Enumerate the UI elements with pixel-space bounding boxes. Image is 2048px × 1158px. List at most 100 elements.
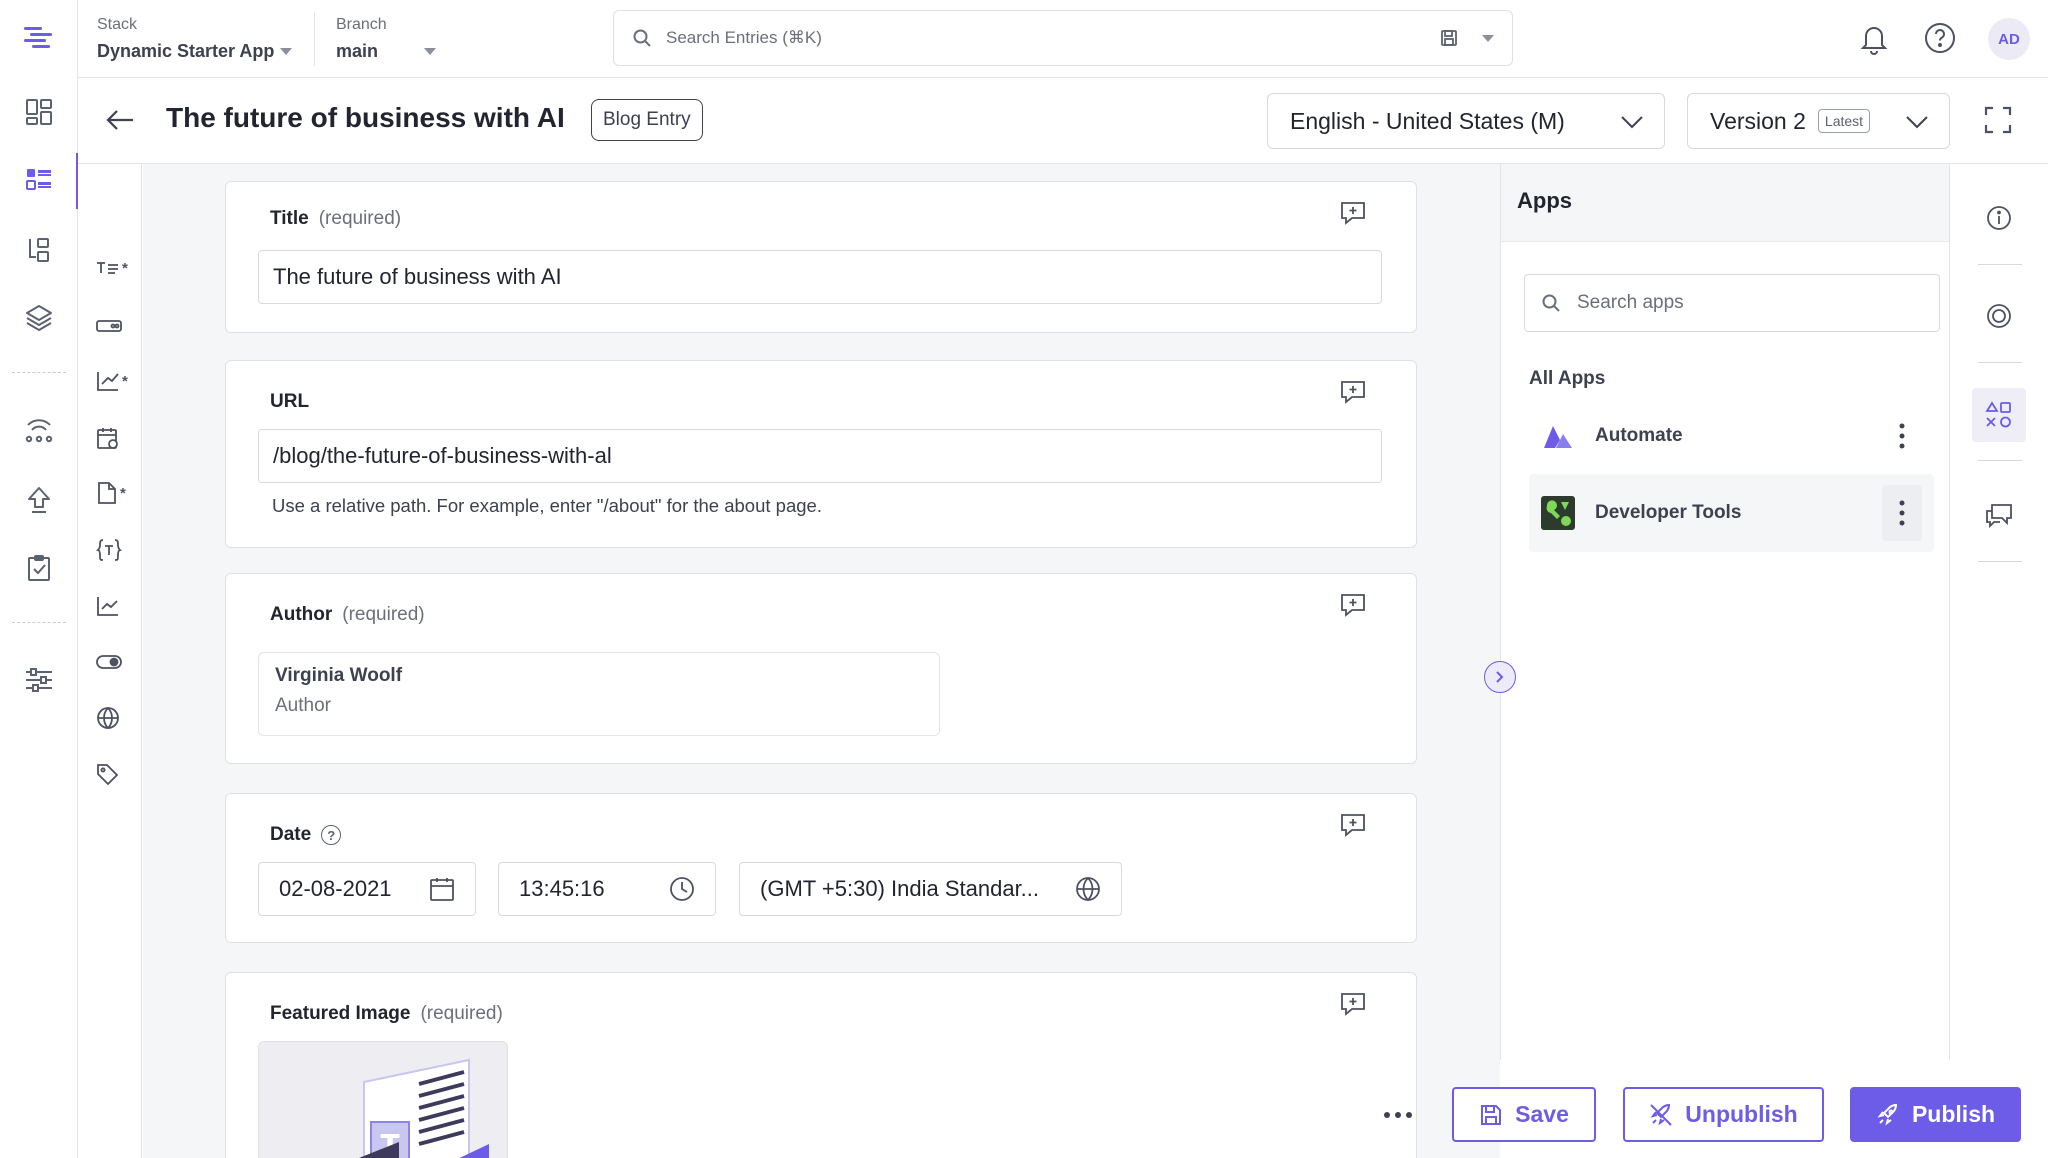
apps-panel: Apps Search apps All Apps Automate Devel… (1500, 164, 1950, 1060)
file-field-icon[interactable]: * (96, 479, 132, 507)
global-field-icon[interactable] (96, 704, 132, 732)
kebab-menu-icon[interactable] (1882, 408, 1922, 464)
top-header: Stack Dynamic Starter App Branch main Se… (78, 0, 2048, 78)
apps-widgets-icon[interactable] (1972, 388, 2026, 442)
contentstack-logo-icon[interactable] (19, 18, 59, 58)
notifications-bell-icon[interactable] (1854, 18, 1894, 58)
timezone-select[interactable]: (GMT +5:30) India Standar... (739, 862, 1122, 916)
featured-image-thumbnail[interactable]: T (258, 1041, 508, 1158)
app-row-developer-tools[interactable]: Developer Tools (1529, 474, 1934, 552)
help-icon[interactable] (1920, 18, 1960, 58)
referenced-content-type: Author (275, 695, 331, 716)
publish-label: Publish (1911, 1101, 1996, 1127)
deployments-icon[interactable] (19, 410, 59, 450)
discussions-icon[interactable] (1972, 487, 2026, 541)
version-value: Version 2 (1710, 107, 1806, 134)
apps-panel-title: Apps (1501, 164, 1949, 242)
number-field-icon[interactable] (96, 592, 132, 620)
version-dropdown[interactable]: Version 2 Latest (1687, 93, 1950, 149)
assets-layers-icon[interactable] (19, 298, 59, 338)
boolean-toggle-field-icon[interactable] (96, 648, 132, 676)
field-navigation-strip: * * * (78, 164, 142, 1158)
add-comment-icon[interactable] (1338, 810, 1368, 840)
collapse-panel-chevron-icon[interactable] (1484, 661, 1516, 693)
visual-builder-icon[interactable] (1972, 289, 2026, 343)
branch-name: main (336, 41, 379, 61)
date-field-label: Date ? (270, 824, 342, 846)
globe-icon (1076, 876, 1100, 902)
timezone-value: (GMT +5:30) India Standar... (760, 876, 1040, 901)
kebab-menu-icon[interactable] (1882, 485, 1922, 541)
tasks-clipboard-icon[interactable] (19, 548, 59, 588)
entry-title: The future of business with AI (166, 102, 565, 133)
json-rte-field-icon[interactable] (96, 536, 132, 564)
rail-divider (1978, 264, 2022, 265)
content-type-badge[interactable]: Blog Entry (591, 99, 703, 141)
save-button[interactable]: Save (1452, 1087, 1596, 1142)
info-icon[interactable]: ? (321, 825, 342, 845)
nav-divider (12, 622, 66, 623)
title-label-text: Title (270, 208, 309, 229)
time-value: 13:45:16 (519, 876, 605, 901)
add-comment-icon[interactable] (1338, 989, 1368, 1019)
unpublish-button[interactable]: Unpublish (1623, 1087, 1824, 1142)
back-arrow-icon[interactable] (100, 100, 140, 140)
entry-header: The future of business with AI Blog Entr… (78, 78, 2048, 164)
link-field-icon[interactable] (96, 312, 132, 340)
stack-selector[interactable]: Dynamic Starter App (97, 41, 293, 62)
reference-field-icon[interactable]: * (96, 367, 132, 395)
branch-selector[interactable]: main (336, 41, 436, 62)
url-input[interactable]: /blog/the-future-of-business-with-al (258, 429, 1382, 483)
chevron-down-icon (424, 48, 436, 55)
search-options-chevron-icon[interactable] (1482, 34, 1494, 42)
rail-divider (1978, 460, 2022, 461)
search-input[interactable]: Search Entries (⌘K) (666, 28, 1440, 48)
settings-sliders-icon[interactable] (19, 660, 59, 700)
dashboard-icon[interactable] (19, 92, 59, 132)
featured-image-field-card: Featured Image (required) T (225, 972, 1417, 1158)
clock-icon[interactable] (669, 876, 695, 902)
search-icon (1542, 294, 1560, 312)
header-divider (314, 12, 315, 66)
author-field-card: Author (required) Virginia Woolf Author (225, 573, 1417, 764)
time-input[interactable]: 13:45:16 (498, 862, 716, 916)
chevron-down-icon (280, 48, 293, 55)
stack-name: Dynamic Starter App (97, 41, 275, 61)
more-options-icon[interactable] (1376, 1096, 1420, 1134)
app-row-automate[interactable]: Automate (1529, 397, 1934, 475)
content-models-icon[interactable] (19, 230, 59, 270)
url-field-label: URL (270, 391, 310, 412)
entries-search-bar[interactable]: Search Entries (⌘K) (613, 10, 1513, 66)
locale-dropdown[interactable]: English - United States (M) (1267, 93, 1665, 149)
add-comment-icon[interactable] (1338, 590, 1368, 620)
single-line-text-field-icon[interactable]: * (96, 254, 132, 282)
entries-icon[interactable] (19, 160, 59, 200)
fullscreen-icon[interactable] (1978, 100, 2018, 140)
date-field-icon[interactable] (96, 424, 132, 452)
apps-search-field[interactable]: Search apps (1524, 274, 1940, 332)
publish-button[interactable]: Publish (1850, 1087, 2021, 1142)
user-avatar[interactable]: AD (1988, 18, 2030, 60)
tags-field-icon[interactable] (96, 760, 132, 788)
add-comment-icon[interactable] (1338, 377, 1368, 407)
author-label-text: Author (270, 604, 333, 625)
chevron-down-icon (1621, 116, 1643, 129)
referenced-entry-title: Virginia Woolf (275, 665, 403, 686)
add-comment-icon[interactable] (1338, 198, 1368, 228)
calendar-icon[interactable] (429, 876, 455, 902)
publish-rocket-icon (1877, 1103, 1897, 1125)
apps-search-input[interactable]: Search apps (1577, 292, 1684, 314)
required-marker: (required) (420, 1003, 503, 1024)
chevron-down-icon (1906, 116, 1928, 129)
author-reference-card[interactable]: Virginia Woolf Author (258, 652, 940, 736)
publish-queue-icon[interactable] (19, 480, 59, 520)
all-apps-heading: All Apps (1529, 368, 1606, 389)
save-icon (1481, 1104, 1502, 1125)
featured-image-label-text: Featured Image (270, 1003, 411, 1024)
entry-info-icon[interactable] (1972, 191, 2026, 245)
unpublish-rocket-icon (1650, 1103, 1672, 1126)
title-field-label: Title (required) (270, 208, 401, 230)
saved-search-icon[interactable] (1440, 29, 1458, 47)
date-input[interactable]: 02-08-2021 (258, 862, 476, 916)
title-input[interactable]: The future of business with AI (258, 250, 1382, 304)
